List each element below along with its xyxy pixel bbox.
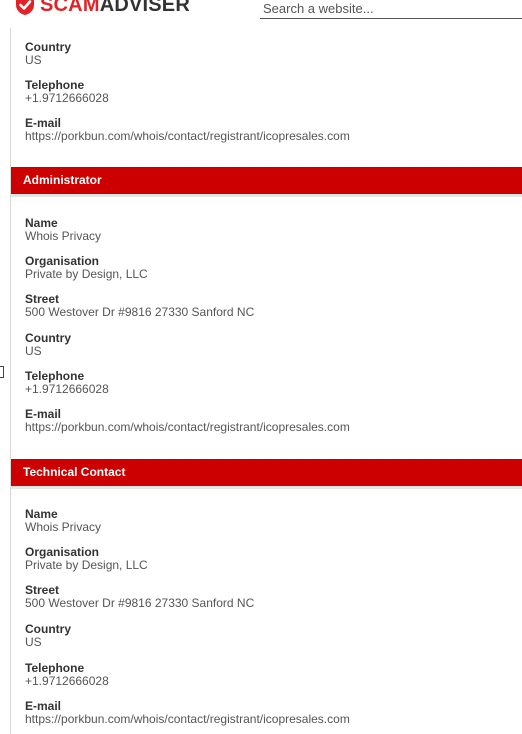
tech-organisation-field: Organisation Private by Design, LLC bbox=[25, 546, 148, 572]
tech-telephone-field: Telephone +1.9712666028 bbox=[25, 662, 109, 688]
field-value: US bbox=[25, 53, 42, 67]
search-box bbox=[260, 0, 522, 19]
tech-email-field: E-mail https://porkbun.com/whois/contact… bbox=[25, 700, 350, 726]
field-value: US bbox=[25, 344, 42, 358]
admin-country-field: Country US bbox=[25, 332, 71, 358]
admin-street-field: Street 500 Westover Dr #9816 27330 Sanfo… bbox=[25, 293, 254, 319]
admin-telephone-field: Telephone +1.9712666028 bbox=[25, 370, 109, 396]
admin-organisation-field: Organisation Private by Design, LLC bbox=[25, 255, 148, 281]
field-value: https://porkbun.com/whois/contact/regist… bbox=[25, 129, 350, 143]
field-value: 500 Westover Dr #9816 27330 Sanford NC bbox=[25, 596, 255, 610]
admin-email-field: E-mail https://porkbun.com/whois/contact… bbox=[25, 408, 350, 434]
section-header-technical-contact: Technical Contact bbox=[11, 459, 522, 489]
field-value: Whois Privacy bbox=[25, 520, 102, 534]
registrant-telephone-field: Telephone +1.9712666028 bbox=[25, 79, 109, 105]
field-value: https://porkbun.com/whois/contact/regist… bbox=[25, 420, 350, 434]
side-marker bbox=[0, 366, 4, 378]
field-value: Whois Privacy bbox=[25, 229, 102, 243]
field-value: US bbox=[25, 635, 42, 649]
logo-adviser-text: ADVISER bbox=[99, 0, 190, 16]
field-value: Private by Design, LLC bbox=[25, 267, 148, 281]
search-input[interactable] bbox=[260, 0, 513, 17]
field-value: Private by Design, LLC bbox=[25, 558, 148, 572]
top-header: SCAMADVISER bbox=[0, 0, 522, 22]
scamadviser-logo[interactable]: SCAMADVISER bbox=[14, 0, 190, 16]
content-left-border bbox=[10, 28, 11, 734]
logo-scam-text: SCAM bbox=[40, 0, 100, 16]
field-value: +1.9712666028 bbox=[25, 674, 109, 688]
registrant-country-field: Country US bbox=[25, 41, 71, 67]
field-value: 500 Westover Dr #9816 27330 Sanford NC bbox=[25, 305, 255, 319]
shield-check-icon bbox=[16, 0, 34, 15]
tech-name-field: Name Whois Privacy bbox=[25, 508, 101, 534]
admin-name-field: Name Whois Privacy bbox=[25, 217, 101, 243]
section-header-administrator: Administrator bbox=[11, 167, 522, 197]
logo-wordmark: SCAMADVISER bbox=[40, 0, 190, 16]
registrant-email-field: E-mail https://porkbun.com/whois/contact… bbox=[25, 117, 350, 143]
field-value: https://porkbun.com/whois/contact/regist… bbox=[25, 712, 350, 726]
field-value: +1.9712666028 bbox=[25, 382, 109, 396]
tech-street-field: Street 500 Westover Dr #9816 27330 Sanfo… bbox=[25, 584, 254, 610]
tech-country-field: Country US bbox=[25, 623, 71, 649]
field-value: +1.9712666028 bbox=[25, 91, 109, 105]
